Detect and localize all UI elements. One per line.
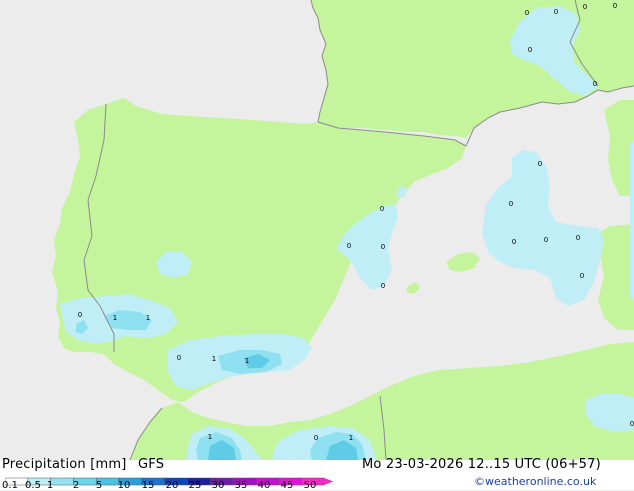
legend-tick-label: 0.5 bbox=[25, 480, 41, 491]
legend-tick-label: 1 bbox=[46, 480, 54, 491]
footer-bar: Precipitation [mm] GFS Mo 23-03-2026 12.… bbox=[0, 457, 634, 491]
point-value: 0 bbox=[538, 160, 542, 168]
point-value: 1 bbox=[245, 357, 249, 365]
point-value: 0 bbox=[630, 420, 634, 428]
point-value: 0 bbox=[544, 236, 548, 244]
legend-tick-label: 5 bbox=[95, 480, 103, 491]
legend-tick-label: 30 bbox=[211, 480, 225, 491]
credit-link[interactable]: ©weatheronline.co.uk bbox=[474, 475, 596, 488]
legend-tick-label: 2 bbox=[72, 480, 80, 491]
point-value: 0 bbox=[512, 238, 516, 246]
point-value: 0 bbox=[381, 282, 385, 290]
legend-swatch bbox=[50, 477, 74, 486]
point-value: 0 bbox=[528, 46, 532, 54]
legend-tick-label: 40 bbox=[257, 480, 271, 491]
point-value: 0 bbox=[613, 2, 617, 10]
point-value: 0 bbox=[347, 242, 351, 250]
point-value: 0 bbox=[381, 243, 385, 251]
point-value: 0 bbox=[593, 80, 597, 88]
legend-tick-label: 10 bbox=[117, 480, 131, 491]
point-value: 1 bbox=[208, 433, 212, 441]
point-value: 0 bbox=[583, 3, 587, 11]
legend-tick-label: 50 bbox=[303, 480, 317, 491]
point-value: 0 bbox=[314, 434, 318, 442]
legend-tick-label: 45 bbox=[280, 480, 294, 491]
point-value: 1 bbox=[113, 314, 117, 322]
point-value: 0 bbox=[509, 200, 513, 208]
legend-tick-label: 20 bbox=[165, 480, 179, 491]
point-value: 0 bbox=[554, 8, 558, 16]
point-value: 1 bbox=[146, 314, 150, 322]
precip-area bbox=[630, 140, 634, 300]
point-value: 0 bbox=[380, 205, 384, 213]
point-value: 0 bbox=[580, 272, 584, 280]
point-value: 0 bbox=[525, 9, 529, 17]
legend-tick-label: 15 bbox=[141, 480, 155, 491]
legend-overflow-arrow bbox=[324, 478, 334, 485]
point-value: 1 bbox=[349, 434, 353, 442]
valid-datetime: Mo 23-03-2026 12..15 UTC (06+57) bbox=[362, 457, 601, 472]
legend-tick-label: 35 bbox=[234, 480, 248, 491]
point-value: 0 bbox=[177, 354, 181, 362]
precipitation-map: 0 0 0 0 0 0 0 0 0 0 0 0 0 0 0 0 1 1 0 1 1 0 1 0 1 0 bbox=[0, 0, 634, 461]
legend-tick-label: 25 bbox=[188, 480, 202, 491]
point-value: 0 bbox=[576, 234, 580, 242]
legend-tick-label: 0.1 bbox=[2, 480, 18, 491]
point-value: 0 bbox=[78, 311, 82, 319]
model-name: GFS bbox=[138, 457, 165, 472]
product-title: Precipitation [mm] bbox=[2, 457, 127, 472]
point-value: 1 bbox=[212, 355, 216, 363]
